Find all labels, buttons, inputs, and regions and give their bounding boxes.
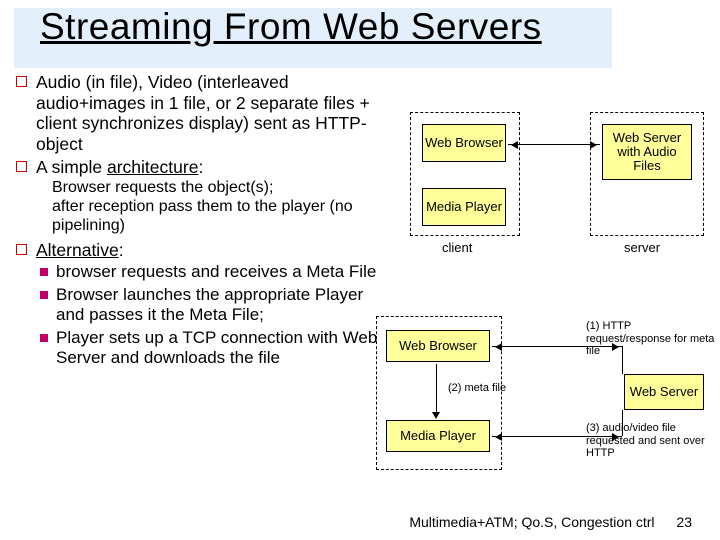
diagram-bottom: Web Browser Media Player Web Server (1) … [370,310,718,510]
b2-underline: architecture [107,157,198,177]
caption-server: server [624,240,660,255]
box-web-server-top: Web Server with Audio Files [602,124,692,180]
bullet1-line1: Audio (in file), Video (interleaved [36,72,289,92]
bullet-3-m1: browser requests and receives a Meta Fil… [14,262,394,282]
caption-client: client [442,240,472,255]
bullet-2: A simple architecture: [14,157,394,178]
diagram-top: Web Browser Media Player Web Server with… [400,110,708,265]
b3-underline: Alternative [36,240,119,260]
arrow-2-line [436,364,437,414]
footer: Multimedia+ATM; Qo.S, Congestion ctrl 23 [409,514,692,530]
box-media-player-bottom: Media Player [386,420,490,452]
b2-prefix: A simple [36,157,107,177]
bullet-3: Alternative: [14,240,394,261]
b2-suffix: : [198,157,203,177]
box-web-server-bottom: Web Server [624,374,704,410]
bullet-2-sub1: Browser requests the object(s); [14,179,394,198]
annot-2: (2) meta file [448,382,506,395]
page-number: 23 [676,514,692,530]
slide-title: Streaming From Web Servers [40,6,542,48]
bullet-3-m3: Player sets up a TCP connection with Web… [14,328,394,369]
footer-text: Multimedia+ATM; Qo.S, Congestion ctrl [409,514,654,530]
box-web-browser-top: Web Browser [422,124,506,162]
b3-suffix: : [119,240,124,260]
bullet-2-sub2: after reception pass them to the player … [14,198,394,236]
body-text: Audio (in file), Video (interleaved audi… [14,72,394,368]
bullet-1: Audio (in file), Video (interleaved audi… [14,72,394,155]
arrow-top [508,144,600,145]
bullet1-cont: audio+images in 1 file, or 2 separate fi… [36,93,370,154]
annot-1: (1) HTTP request/response for meta file [586,320,716,358]
box-media-player-top: Media Player [422,188,506,226]
bullet-3-m2: Browser launches the appropriate Player … [14,285,394,326]
box-web-browser-bottom: Web Browser [386,330,490,362]
arrow-2-head [432,412,440,423]
annot-3: (3) audio/video file requested and sent … [586,422,716,460]
